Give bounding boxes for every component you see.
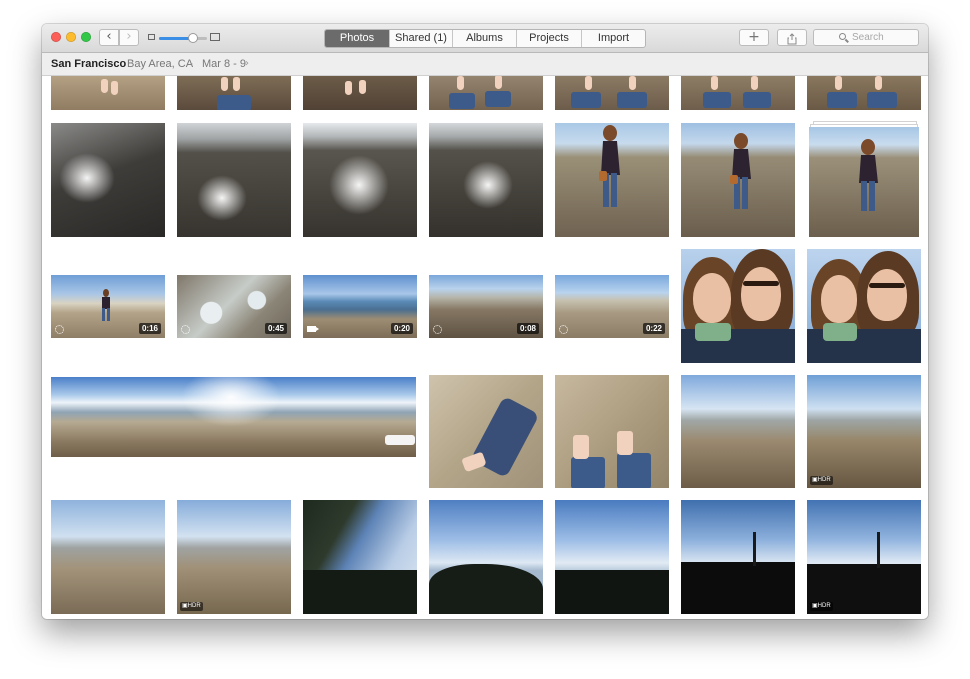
photo-thumbnail[interactable] bbox=[681, 123, 795, 237]
photo-thumbnail[interactable] bbox=[429, 500, 543, 614]
photos-window: ‹ › Photos Shared (1) Albums Projects Im… bbox=[42, 24, 928, 619]
view-tabs: Photos Shared (1) Albums Projects Import bbox=[324, 29, 646, 48]
moment-separator: · bbox=[190, 58, 194, 70]
search-placeholder: Search bbox=[852, 32, 884, 43]
hdr-badge: ▣HDR bbox=[180, 602, 203, 611]
chevron-left-icon: ‹ bbox=[106, 29, 112, 44]
share-icon bbox=[787, 33, 797, 45]
spinner-icon bbox=[55, 325, 64, 334]
share-button[interactable] bbox=[777, 29, 807, 46]
panorama-thumbnail[interactable] bbox=[51, 377, 416, 457]
back-button[interactable]: ‹ bbox=[99, 29, 119, 46]
photo-thumbnail[interactable] bbox=[681, 249, 795, 363]
photo-thumbnail[interactable]: ▣HDR bbox=[177, 500, 291, 614]
video-duration: 0:08 bbox=[516, 323, 539, 334]
forward-button[interactable]: › bbox=[119, 29, 139, 46]
moment-subtitle[interactable]: Bay Area, CA bbox=[127, 53, 193, 75]
tab-projects[interactable]: Projects bbox=[516, 30, 581, 47]
spinner-icon bbox=[181, 325, 190, 334]
spinner-icon bbox=[433, 325, 442, 334]
zoom-small-photo-icon bbox=[148, 34, 155, 40]
moment-header: San Francisco Bay Area, CA · Mar 8 - 9 › bbox=[42, 53, 928, 76]
video-duration: 0:45 bbox=[264, 323, 287, 334]
photo-grid: 0:16 0:45 0:20 0:08 0:22 ▣HDR ▣HDR ▣HDR bbox=[42, 76, 928, 619]
photo-thumbnail[interactable] bbox=[807, 249, 921, 363]
photo-thumbnail[interactable] bbox=[51, 123, 165, 237]
close-window-button[interactable] bbox=[51, 32, 61, 42]
chevron-right-icon[interactable]: › bbox=[245, 53, 249, 75]
video-duration: 0:20 bbox=[390, 323, 413, 334]
photo-thumbnail[interactable] bbox=[51, 500, 165, 614]
moment-date-range[interactable]: Mar 8 - 9 bbox=[202, 53, 246, 75]
photo-thumbnail[interactable] bbox=[177, 76, 291, 110]
photo-thumbnail[interactable]: ▣HDR bbox=[807, 500, 921, 614]
add-button[interactable]: + bbox=[739, 29, 769, 46]
photo-thumbnail[interactable] bbox=[429, 76, 543, 110]
video-duration: 0:22 bbox=[642, 323, 665, 334]
zoom-slider-knob[interactable] bbox=[187, 33, 198, 43]
woman-figure-icon bbox=[599, 125, 620, 207]
hdr-badge: ▣HDR bbox=[810, 476, 833, 485]
hdr-label: HDR bbox=[817, 477, 831, 483]
photo-thumbnail[interactable] bbox=[555, 123, 669, 237]
photo-thumbnail[interactable] bbox=[303, 76, 417, 110]
hdr-badge: ▣HDR bbox=[810, 602, 833, 611]
photo-thumbnail[interactable] bbox=[555, 500, 669, 614]
burst-photo-thumbnail[interactable] bbox=[809, 127, 919, 237]
search-icon bbox=[839, 33, 846, 40]
spinner-icon bbox=[559, 325, 568, 334]
minimize-window-button[interactable] bbox=[66, 32, 76, 42]
photo-thumbnail[interactable] bbox=[177, 123, 291, 237]
video-duration: 0:16 bbox=[138, 323, 161, 334]
photo-thumbnail[interactable] bbox=[555, 76, 669, 110]
tab-shared[interactable]: Shared (1) bbox=[389, 30, 452, 47]
photo-thumbnail[interactable] bbox=[681, 76, 795, 110]
hdr-label: HDR bbox=[187, 603, 201, 609]
photo-thumbnail[interactable] bbox=[429, 123, 543, 237]
woman-figure-icon bbox=[859, 139, 878, 211]
tab-import[interactable]: Import bbox=[581, 30, 645, 47]
woman-figure-icon bbox=[730, 133, 751, 209]
tab-albums[interactable]: Albums bbox=[452, 30, 516, 47]
video-thumbnail[interactable]: 0:08 bbox=[429, 275, 543, 338]
maximize-window-button[interactable] bbox=[81, 32, 91, 42]
photo-thumbnail[interactable] bbox=[681, 375, 795, 488]
woman-figure-icon bbox=[102, 289, 110, 321]
video-thumbnail[interactable]: 0:22 bbox=[555, 275, 669, 338]
toolbar: ‹ › Photos Shared (1) Albums Projects Im… bbox=[42, 24, 928, 53]
photo-thumbnail[interactable] bbox=[807, 76, 921, 110]
zoom-slider-track[interactable] bbox=[159, 37, 207, 40]
chevron-right-icon: › bbox=[126, 29, 132, 44]
photo-thumbnail[interactable] bbox=[681, 500, 795, 614]
hdr-label: HDR bbox=[817, 603, 831, 609]
plus-icon: + bbox=[748, 29, 760, 45]
video-camera-icon bbox=[307, 326, 319, 332]
photo-thumbnail[interactable] bbox=[303, 500, 417, 614]
photo-thumbnail[interactable] bbox=[429, 375, 543, 488]
zoom-large-photo-icon bbox=[210, 33, 220, 41]
moment-title[interactable]: San Francisco bbox=[51, 53, 126, 75]
photo-thumbnail[interactable]: ▣HDR bbox=[807, 375, 921, 488]
photo-thumbnail[interactable] bbox=[51, 76, 165, 110]
video-thumbnail[interactable]: 0:45 bbox=[177, 275, 291, 338]
video-thumbnail[interactable]: 0:20 bbox=[303, 275, 417, 338]
video-thumbnail[interactable]: 0:16 bbox=[51, 275, 165, 338]
tab-photos[interactable]: Photos bbox=[325, 30, 389, 47]
photo-thumbnail[interactable] bbox=[303, 123, 417, 237]
photo-thumbnail[interactable] bbox=[555, 375, 669, 488]
search-input[interactable]: Search bbox=[813, 29, 919, 46]
